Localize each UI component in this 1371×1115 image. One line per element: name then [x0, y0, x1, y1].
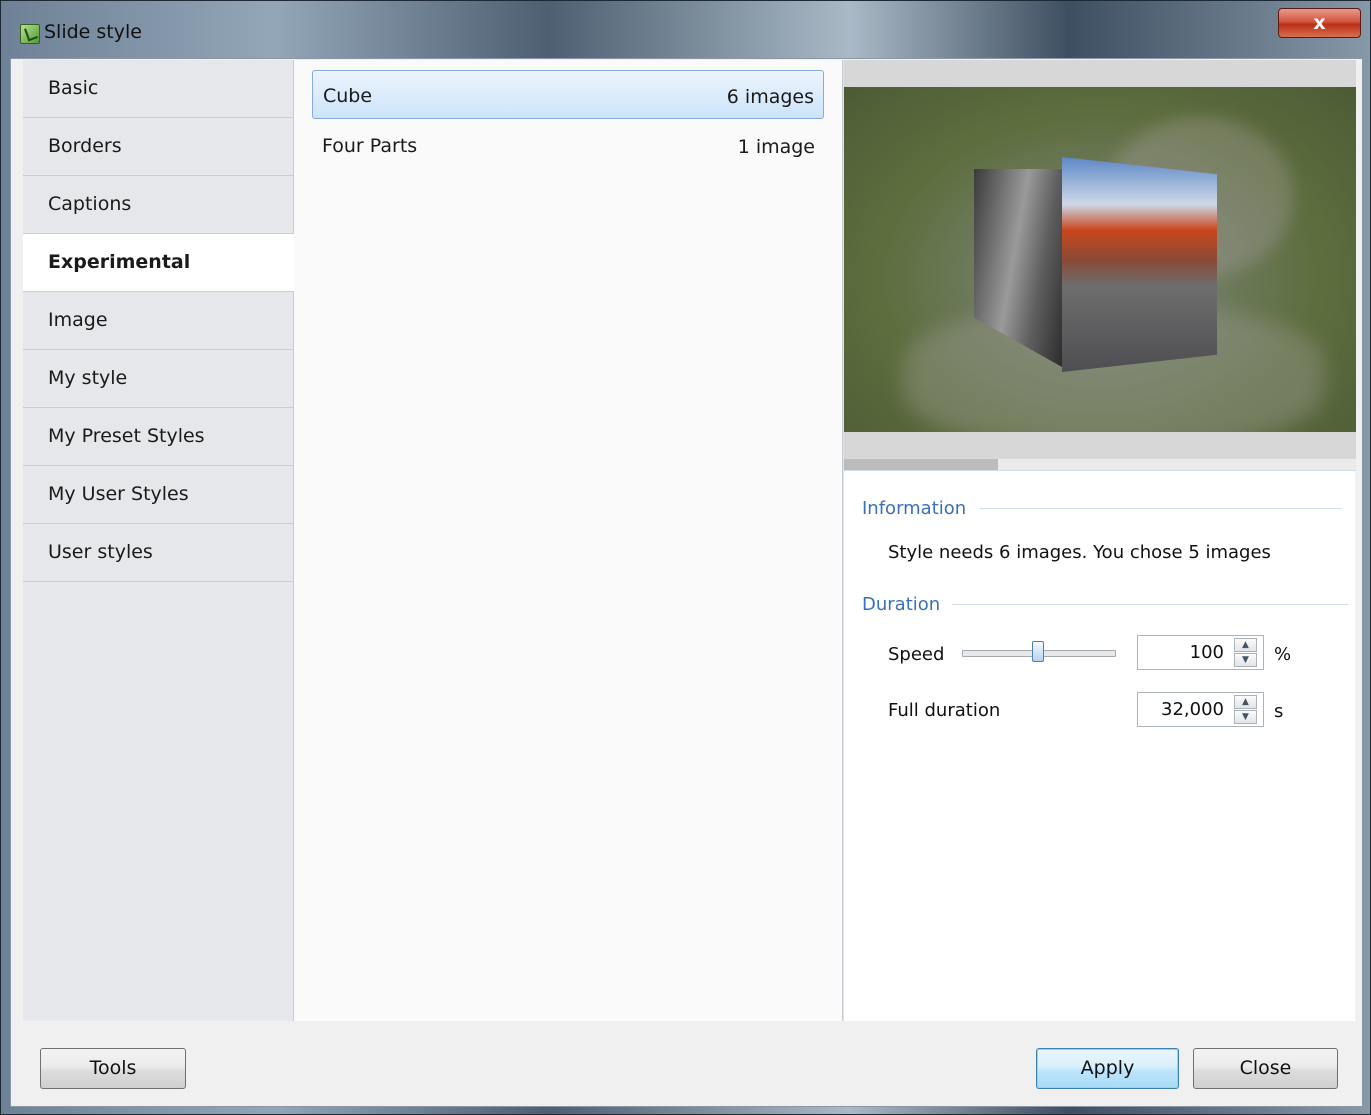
sidebar-item-image[interactable]: Image	[23, 292, 294, 350]
cube-front-face	[1062, 157, 1217, 372]
image-count: 6 images	[726, 86, 814, 108]
speed-slider-thumb[interactable]	[1032, 641, 1044, 662]
full-duration-label: Full duration	[888, 700, 1001, 721]
group-divider	[952, 604, 1348, 605]
sidebar-item-label: User styles	[48, 541, 153, 563]
sidebar-item-label: Basic	[48, 77, 99, 99]
tools-button[interactable]: Tools	[40, 1048, 186, 1089]
sidebar-item-basic[interactable]: Basic	[23, 60, 294, 118]
speed-label: Speed	[888, 644, 945, 665]
speed-spinbox[interactable]: 100 ▲ ▼	[1137, 635, 1264, 670]
sidebar-item-my-user-styles[interactable]: My User Styles	[23, 466, 294, 524]
dialog-footer: Tools Apply Close	[12, 1021, 1361, 1106]
spin-down-arrow-icon[interactable]: ▼	[1234, 653, 1257, 667]
sidebar-item-label: Image	[48, 309, 108, 331]
image-count: 1 image	[737, 136, 815, 158]
sidebar-item-label: Experimental	[48, 251, 191, 273]
category-sidebar: Basic Borders Captions Experimental Imag…	[23, 60, 294, 1021]
slide-style-dialog: Slide style x Basic Borders Captions Exp…	[0, 0, 1371, 1115]
sidebar-item-label: My style	[48, 367, 128, 389]
speed-value[interactable]: 100	[1142, 642, 1224, 663]
information-message: Style needs 6 images. You chose 5 images	[888, 542, 1271, 563]
list-item-cube[interactable]: Cube 6 images	[312, 70, 824, 119]
full-duration-unit: s	[1274, 701, 1284, 722]
preview-progress-bar[interactable]	[844, 459, 1356, 471]
sidebar-item-label: My Preset Styles	[48, 425, 205, 447]
style-name: Cube	[323, 85, 373, 107]
dialog-body: Basic Borders Captions Experimental Imag…	[10, 58, 1363, 1107]
style-list: Cube 6 images Four Parts 1 image	[294, 60, 843, 1021]
preview-bottom-strip	[844, 432, 1356, 459]
sidebar-item-label: Captions	[48, 193, 132, 215]
information-group-title: Information	[862, 498, 967, 519]
preview-top-strip	[844, 60, 1356, 87]
close-button[interactable]: Close	[1193, 1048, 1338, 1089]
apply-button[interactable]: Apply	[1036, 1048, 1179, 1089]
spin-up-arrow-icon[interactable]: ▲	[1234, 638, 1257, 652]
full-duration-value[interactable]: 32,000	[1142, 699, 1224, 720]
style-name: Four Parts	[322, 135, 418, 157]
sidebar-item-my-style[interactable]: My style	[23, 350, 294, 408]
sidebar-item-experimental[interactable]: Experimental	[23, 234, 294, 292]
sidebar-item-user-styles[interactable]: User styles	[23, 524, 294, 582]
sidebar-item-label: My User Styles	[48, 483, 189, 505]
duration-group-title: Duration	[862, 594, 941, 615]
speed-unit: %	[1274, 644, 1292, 665]
preview-panel: Information Style needs 6 images. You ch…	[843, 60, 1356, 1021]
spin-down-arrow-icon[interactable]: ▼	[1234, 710, 1257, 724]
full-duration-spinbox[interactable]: 32,000 ▲ ▼	[1137, 692, 1264, 727]
list-item-four-parts[interactable]: Four Parts 1 image	[312, 121, 824, 170]
group-divider	[980, 508, 1342, 509]
cube-preview-image	[844, 87, 1356, 432]
preview-progress-fill	[844, 459, 998, 470]
spin-up-arrow-icon[interactable]: ▲	[1234, 695, 1257, 709]
sidebar-item-label: Borders	[48, 135, 122, 157]
window-title: Slide style	[44, 21, 142, 43]
sidebar-item-captions[interactable]: Captions	[23, 176, 294, 234]
sidebar-item-borders[interactable]: Borders	[23, 118, 294, 176]
sidebar-item-my-preset-styles[interactable]: My Preset Styles	[23, 408, 294, 466]
title-bar[interactable]: Slide style x	[1, 1, 1370, 57]
app-icon	[20, 24, 40, 44]
close-window-button[interactable]: x	[1278, 8, 1361, 38]
